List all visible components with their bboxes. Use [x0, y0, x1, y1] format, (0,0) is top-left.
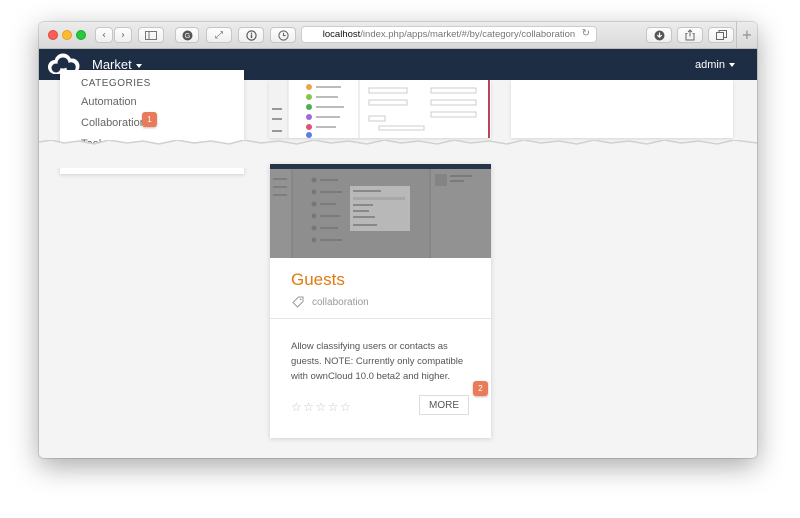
user-menu[interactable]: admin [695, 59, 735, 71]
star-icon: ☆ [327, 400, 341, 414]
annotation-badge: 1 [142, 112, 157, 127]
app-screenshot-partial [269, 80, 491, 138]
app-card-guests[interactable]: Guests collaboration Allow classifying u… [270, 164, 491, 438]
download-icon[interactable] [646, 27, 672, 43]
grammarly-icon[interactable]: G [175, 27, 199, 43]
category-tag[interactable]: collaboration [292, 296, 369, 308]
address-bar[interactable]: localhost/index.php/apps/market/#/by/cat… [301, 26, 597, 43]
app-screenshot [270, 164, 491, 258]
user-name: admin [695, 59, 725, 71]
star-icon: ☆ [315, 400, 328, 414]
divider [270, 318, 491, 319]
new-tab-icon[interactable]: + [736, 22, 757, 48]
fullscreen-icon[interactable]: ⤢ [206, 27, 232, 43]
star-icon: ☆ [340, 400, 353, 414]
sidebar-icon[interactable] [138, 27, 164, 43]
browser-window: ‹ › G ⤢ localhost/index.php/apps/market/… [39, 22, 757, 458]
close-window-button[interactable] [48, 30, 58, 40]
annotation-badge: 2 [473, 381, 488, 396]
tabs-icon[interactable] [708, 27, 734, 43]
url-host: localhost [322, 29, 361, 40]
browser-toolbar: ‹ › G ⤢ localhost/index.php/apps/market/… [39, 22, 757, 49]
star-icon: ☆ [303, 400, 316, 414]
back-icon[interactable]: ‹ [95, 27, 113, 43]
chevron-down-icon [135, 63, 142, 68]
svg-text:G: G [184, 33, 189, 40]
category-automation[interactable]: Automation [81, 96, 137, 108]
app-description: Allow classifying users or contacts as g… [291, 341, 464, 382]
history-icon[interactable] [270, 27, 296, 43]
forward-icon[interactable]: › [114, 27, 132, 43]
app-card-partial[interactable] [269, 80, 491, 138]
categories-title: CATEGORIES [81, 78, 151, 89]
app-card-partial[interactable] [511, 80, 733, 138]
rating-stars: ☆☆☆☆☆ [291, 400, 352, 414]
share-icon[interactable] [677, 27, 703, 43]
more-button[interactable]: MORE [419, 395, 469, 415]
tag-icon [292, 296, 304, 308]
info-icon[interactable] [238, 27, 264, 43]
chevron-down-icon [729, 63, 735, 68]
reload-icon[interactable]: ↻ [582, 28, 590, 39]
zoom-window-button[interactable] [76, 30, 86, 40]
category-label: collaboration [312, 296, 369, 308]
minimize-window-button[interactable] [62, 30, 72, 40]
url-path: /index.php/apps/market/#/by/category/col… [360, 29, 576, 40]
app-title[interactable]: Guests [291, 270, 345, 290]
market-content: CATEGORIES Automation Collaboration 1 To… [39, 70, 757, 458]
category-collaboration[interactable]: Collaboration [81, 117, 146, 129]
star-icon: ☆ [291, 400, 304, 414]
